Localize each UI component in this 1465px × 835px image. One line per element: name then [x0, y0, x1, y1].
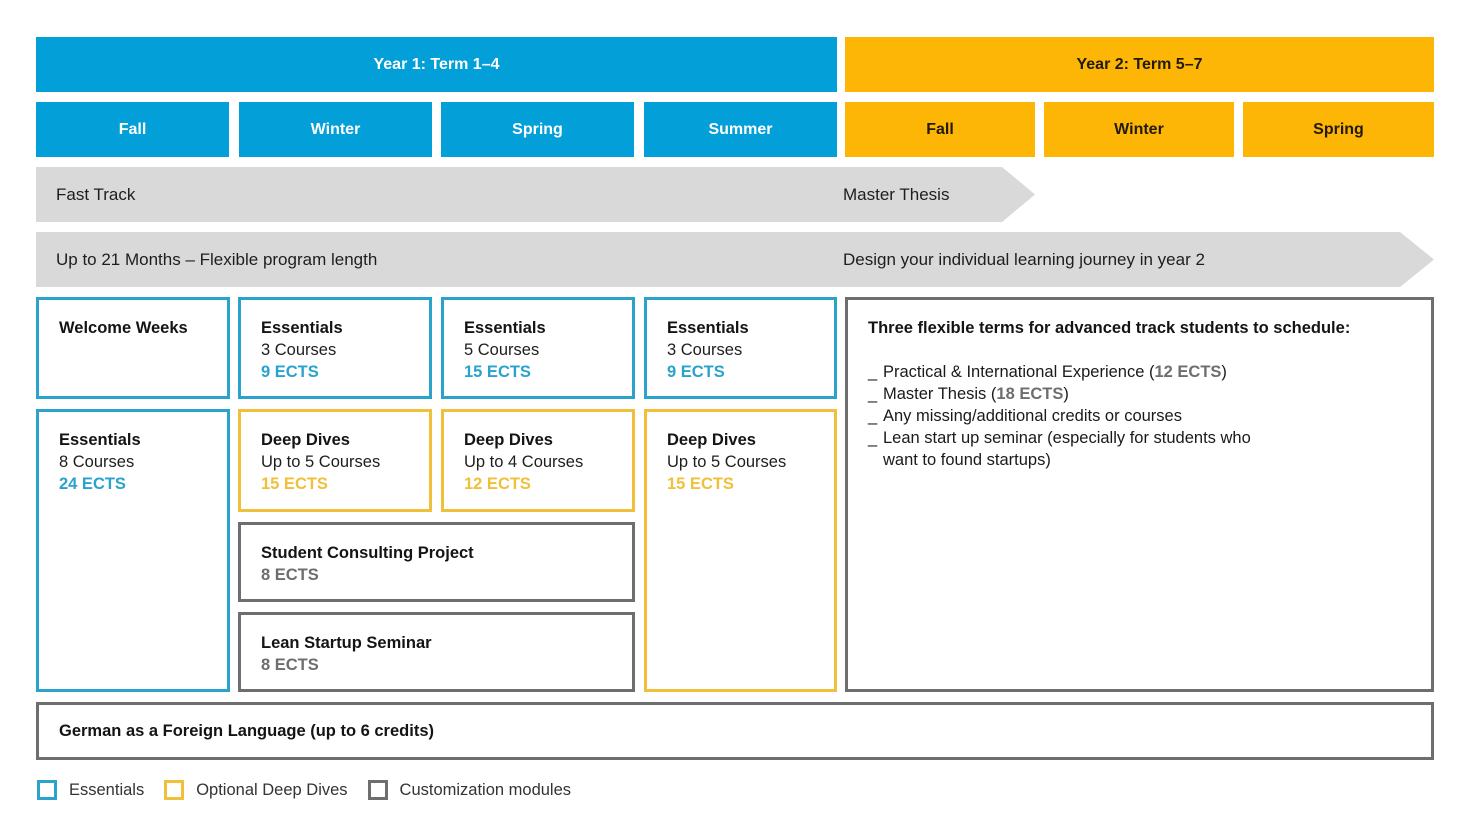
term-label: Spring [512, 120, 563, 138]
module-title: Essentials [261, 319, 343, 337]
term-y2-spring: Spring [1243, 102, 1434, 157]
term-label: Fall [118, 120, 147, 138]
list-item-ects: 12 ECTS [1154, 363, 1222, 381]
module-ects: 9 ECTS [261, 363, 319, 381]
module-courses: 5 Courses [464, 341, 540, 359]
module-essentials-spring: Essentials 5 Courses 15 ECTS [441, 297, 635, 399]
module-ects: 24 ECTS [59, 475, 126, 493]
term-y2-winter: Winter [1044, 102, 1234, 157]
module-ects: 9 ECTS [667, 363, 725, 381]
list-item: _ Practical & International Experience (… [868, 361, 1431, 383]
bullet-dash: _ [868, 385, 878, 403]
module-title: Lean Startup Seminar [261, 634, 432, 652]
term-label: Spring [1313, 120, 1364, 138]
module-title: Student Consulting Project [261, 544, 474, 562]
module-ects: 12 ECTS [464, 475, 531, 493]
term-y1-fall: Fall [36, 102, 229, 157]
module-courses: 3 Courses [261, 341, 337, 359]
module-essentials-winter: Essentials 3 Courses 9 ECTS [238, 297, 432, 399]
module-title: Essentials [59, 431, 141, 449]
module-deep-dives-summer: Deep Dives Up to 5 Courses 15 ECTS [644, 409, 837, 692]
master-thesis-label: Master Thesis [843, 184, 950, 204]
gray-square-outline-icon [367, 780, 388, 800]
module-deep-dives-spring: Deep Dives Up to 4 Courses 12 ECTS [441, 409, 635, 512]
module-ects: 8 ECTS [261, 656, 319, 674]
legend-item-deep-dives: Optional Deep Dives [164, 780, 348, 800]
module-title: Essentials [464, 319, 546, 337]
module-courses: Up to 5 Courses [667, 453, 787, 471]
list-item-suffix: ) [1063, 385, 1069, 403]
legend-item-customization: Customization modules [367, 780, 572, 800]
bullet-dash: _ [868, 363, 878, 381]
flexible-length-label: Up to 21 Months – Flexible program lengt… [56, 249, 378, 269]
module-ects: 15 ECTS [667, 475, 734, 493]
year1-header: Year 1: Term 1–4 [36, 37, 837, 92]
module-ects: 15 ECTS [261, 475, 328, 493]
year2-label: Year 2: Term 5–7 [1076, 55, 1203, 73]
year2-flexible-terms-box: Three flexible terms for advanced track … [845, 297, 1434, 692]
list-item-text: Practical & International Experience ( [883, 363, 1155, 381]
module-student-consulting: Student Consulting Project 8 ECTS [238, 522, 635, 602]
list-item: _ Any missing/additional credits or cour… [868, 405, 1431, 427]
term-label: Winter [1114, 120, 1164, 138]
module-german-language: German as a Foreign Language (up to 6 cr… [36, 702, 1434, 760]
list-item-ects: 18 ECTS [996, 385, 1064, 403]
fast-track-label: Fast Track [56, 184, 136, 204]
module-title: Deep Dives [667, 431, 756, 449]
fast-track-arrow: Fast Track Master Thesis [36, 167, 1035, 222]
term-label: Fall [926, 120, 954, 138]
year2-header: Year 2: Term 5–7 [845, 37, 1434, 92]
term-label: Summer [708, 120, 773, 138]
bullet-dash: _ [868, 429, 878, 447]
list-item-text: Master Thesis ( [883, 385, 997, 403]
legend-label: Optional Deep Dives [196, 780, 348, 799]
year2-box-title: Three flexible terms for advanced track … [868, 319, 1351, 337]
module-courses: Up to 5 Courses [261, 453, 381, 471]
list-item-suffix: ) [1221, 363, 1227, 381]
module-title: Deep Dives [261, 431, 350, 449]
module-courses: 3 Courses [667, 341, 743, 359]
year2-options-list: _ Practical & International Experience (… [868, 361, 1431, 471]
module-courses: Up to 4 Courses [464, 453, 584, 471]
term-y1-winter: Winter [239, 102, 432, 157]
year1-label: Year 1: Term 1–4 [373, 55, 500, 73]
list-item: _ Master Thesis (18 ECTS) [868, 383, 1431, 405]
term-label: Winter [310, 120, 361, 138]
module-title: Essentials [667, 319, 749, 337]
legend-label: Customization modules [399, 780, 572, 799]
module-title: Deep Dives [464, 431, 553, 449]
term-y2-fall: Fall [845, 102, 1035, 157]
module-welcome-weeks: Welcome Weeks [36, 297, 230, 399]
blue-square-outline-icon [37, 780, 57, 800]
module-courses: 8 Courses [59, 453, 135, 471]
term-y1-summer: Summer [644, 102, 837, 157]
list-item-text: Any missing/additional credits or course… [883, 407, 1182, 425]
legend-label: Essentials [69, 780, 145, 799]
module-title: Welcome Weeks [59, 319, 188, 337]
module-essentials-fall: Essentials 8 Courses 24 ECTS [36, 409, 230, 692]
module-ects: 8 ECTS [261, 566, 319, 584]
module-essentials-summer: Essentials 3 Courses 9 ECTS [644, 297, 837, 399]
bullet-dash: _ [868, 407, 878, 425]
legend: Essentials Optional Deep Dives Customiza… [37, 780, 591, 800]
gold-square-outline-icon [164, 780, 185, 800]
module-deep-dives-winter: Deep Dives Up to 5 Courses 15 ECTS [238, 409, 432, 512]
legend-item-essentials: Essentials [37, 780, 144, 800]
term-y1-spring: Spring [441, 102, 634, 157]
module-title: German as a Foreign Language (up to 6 cr… [59, 722, 434, 740]
flexible-track-arrow: Up to 21 Months – Flexible program lengt… [36, 232, 1434, 287]
module-ects: 15 ECTS [464, 363, 531, 381]
list-item-text: Lean start up seminar (especially for st… [883, 429, 1251, 469]
module-lean-startup: Lean Startup Seminar 8 ECTS [238, 612, 635, 692]
list-item: _ Lean start up seminar (especially for … [868, 427, 1431, 471]
design-journey-label: Design your individual learning journey … [843, 249, 1205, 269]
